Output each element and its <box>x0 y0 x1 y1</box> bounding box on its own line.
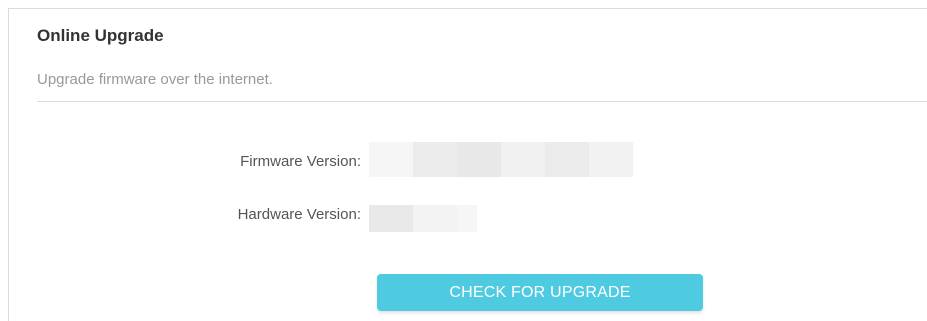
panel-top-border <box>8 8 927 9</box>
online-upgrade-panel: Online Upgrade Upgrade firmware over the… <box>0 0 927 321</box>
check-for-upgrade-button[interactable]: CHECK FOR UPGRADE <box>377 274 703 311</box>
hardware-version-label: Hardware Version: <box>237 206 361 223</box>
firmware-version-value <box>369 142 633 177</box>
section-divider <box>37 101 927 102</box>
firmware-version-label: Firmware Version: <box>240 153 361 170</box>
panel-left-border <box>8 8 9 321</box>
section-title: Online Upgrade <box>37 26 164 45</box>
hardware-version-value <box>369 205 477 232</box>
section-description: Upgrade firmware over the internet. <box>37 71 273 88</box>
